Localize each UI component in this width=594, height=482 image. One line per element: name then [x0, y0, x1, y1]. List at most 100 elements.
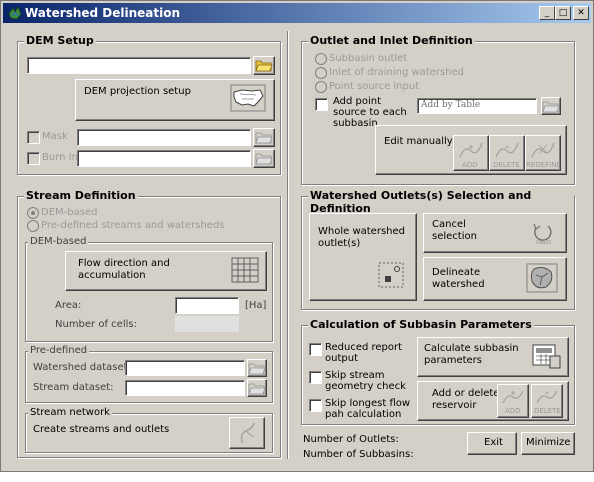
dem-based-radio[interactable]: [27, 207, 39, 219]
flow-direction-label: Flow direction and accumulation: [78, 258, 170, 281]
exit-button-label: Exit: [484, 437, 503, 448]
create-streams-label: Create streams and outlets: [33, 424, 170, 435]
cancel-selection-button[interactable]: Cancel selection UNDO: [423, 213, 567, 253]
predefined-group-title: Pre-defined: [28, 345, 90, 356]
open-dem-button[interactable]: [253, 56, 275, 75]
burn-in-input[interactable]: [77, 150, 251, 167]
inlet-label: Inlet of draining watershed: [329, 67, 465, 78]
add-point-icon: [459, 142, 483, 158]
folder-open-icon: [255, 60, 273, 72]
edit-manually-label: Edit manually: [384, 136, 453, 147]
calculator-icon: [532, 344, 561, 369]
add-by-table-input[interactable]: Add by Table: [417, 98, 537, 114]
delete-outlet-button[interactable]: DELETE: [489, 135, 525, 171]
predefined-option-label: Pre-defined streams and watersheds: [41, 220, 225, 231]
calculate-subbasin-label: Calculate subbasin parameters: [424, 343, 519, 366]
mask-input[interactable]: [77, 129, 251, 146]
stream-network-icon: [240, 422, 255, 444]
stream-dataset-input[interactable]: [125, 380, 245, 396]
close-window-button[interactable]: ✕: [573, 6, 589, 20]
dem-projection-label: DEM projection setup: [84, 86, 191, 97]
add-outlet-button[interactable]: ADD: [453, 135, 489, 171]
minimize-window-button[interactable]: _: [539, 6, 555, 20]
stream-dataset-label: Stream dataset:: [33, 382, 114, 393]
point-source-radio[interactable]: [315, 81, 327, 93]
create-streams-button[interactable]: [229, 417, 265, 449]
dem-setup-title: DEM Setup: [24, 34, 96, 47]
subbasin-parameters-title: Calculation of Subbasin Parameters: [308, 318, 534, 331]
minimize-button-label: Minimize: [526, 437, 571, 448]
add-point-source-checkbox[interactable]: [315, 98, 328, 111]
open-watershed-dataset-button[interactable]: [247, 359, 267, 377]
number-of-subbasins-label: Number of Subbasins:: [303, 449, 414, 460]
maximize-window-button[interactable]: □: [555, 6, 571, 20]
dem-projection-setup-button[interactable]: DEM projection setup: [75, 79, 275, 121]
stream-definition-title: Stream Definition: [24, 189, 138, 202]
subbasin-outlet-radio[interactable]: [315, 53, 327, 65]
dem-grid-input[interactable]: [27, 57, 251, 74]
flow-direction-accumulation-button[interactable]: Flow direction and accumulation: [65, 251, 267, 291]
add-reservoir-icon-label: ADD: [505, 407, 521, 415]
number-of-outlets-label: Number of Outlets:: [303, 434, 399, 445]
watershed-dataset-label: Watershed dataset:: [33, 362, 131, 373]
area-label: Area:: [55, 300, 82, 311]
area-input[interactable]: [175, 297, 239, 314]
whole-watershed-outlet-button[interactable]: Whole watershed outlet(s): [309, 213, 417, 301]
outlet-inlet-title: Outlet and Inlet Definition: [308, 34, 475, 47]
redefine-point-icon: [531, 142, 555, 158]
delete-reservoir-button[interactable]: DELETE: [531, 384, 563, 418]
reduced-report-checkbox[interactable]: [309, 343, 322, 356]
burn-in-label: Burn In: [42, 152, 78, 163]
delete-reservoir-icon: [536, 390, 558, 404]
point-source-label: Point source input: [329, 81, 420, 92]
mask-checkbox[interactable]: [27, 131, 40, 144]
skip-longest-flow-label: Skip longest flow pah calculation: [325, 398, 411, 420]
skip-stream-geometry-checkbox[interactable]: [309, 371, 322, 384]
app-icon: [8, 6, 22, 20]
redefine-outlet-icon-label: REDEFINE: [526, 161, 561, 169]
open-table-button[interactable]: [541, 97, 561, 115]
calculate-subbasin-parameters-button[interactable]: Calculate subbasin parameters: [417, 337, 569, 377]
watershed-dataset-input[interactable]: [125, 360, 245, 376]
window-title: Watershed Delineation: [25, 6, 181, 20]
add-delete-reservoir-label: Add or delete reservoir: [432, 388, 500, 411]
watershed-delineation-window: Watershed Delineation _ □ ✕ DEM Setup DE…: [0, 0, 594, 472]
whole-watershed-label: Whole watershed outlet(s): [318, 226, 405, 249]
number-of-cells-label: Number of cells:: [55, 319, 137, 330]
dem-based-group-title: DEM-based: [28, 236, 89, 247]
title-bar[interactable]: Watershed Delineation _ □ ✕: [3, 3, 591, 23]
delete-point-icon: [495, 142, 519, 158]
redefine-outlet-button[interactable]: REDEFINE: [525, 135, 561, 171]
cancel-selection-label: Cancel selection: [432, 219, 477, 242]
add-reservoir-button[interactable]: ADD: [497, 384, 529, 418]
grid-icon: [231, 257, 259, 283]
predefined-radio[interactable]: [27, 220, 39, 232]
skip-longest-flow-checkbox[interactable]: [309, 399, 322, 412]
area-unit: [Ha]: [245, 300, 267, 311]
add-reservoir-icon: [502, 390, 524, 404]
undo-icon-label: UNDO: [536, 240, 551, 246]
burn-in-checkbox[interactable]: [27, 152, 40, 165]
minimize-button[interactable]: Minimize: [521, 432, 575, 455]
exit-button[interactable]: Exit: [467, 432, 517, 455]
mask-label: Mask: [42, 131, 68, 142]
add-by-table-value: Add by Table: [421, 100, 481, 110]
inlet-radio[interactable]: [315, 67, 327, 79]
skip-stream-geometry-label: Skip stream geometry check: [325, 370, 406, 392]
folder-open-icon: [248, 383, 266, 395]
open-mask-button[interactable]: [253, 128, 275, 147]
delineate-watershed-button[interactable]: Delineate watershed: [423, 257, 567, 301]
delete-reservoir-icon-label: DELETE: [534, 407, 561, 415]
number-of-cells-input: [175, 316, 239, 332]
folder-open-icon: [255, 132, 273, 144]
dem-based-option-label: DEM-based: [41, 207, 98, 218]
stream-network-title: Stream network: [28, 407, 112, 418]
subbasin-outlet-label: Subbasin outlet: [329, 53, 408, 64]
open-burn-in-button[interactable]: [253, 149, 275, 168]
open-stream-dataset-button[interactable]: [247, 379, 267, 397]
panel-divider: [287, 31, 289, 459]
undo-icon: UNDO: [533, 223, 552, 246]
reduced-report-label: Reduced report output: [325, 342, 403, 364]
folder-open-icon: [542, 101, 560, 113]
watershed-icon: [526, 263, 558, 293]
